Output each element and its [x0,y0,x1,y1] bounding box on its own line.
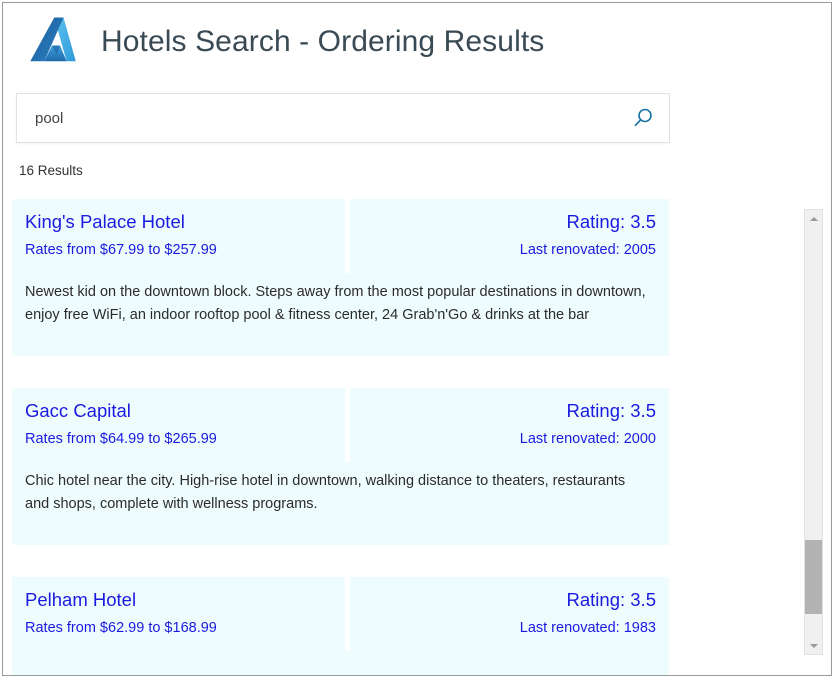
result-card-right: Rating: 3.5 Last renovated: 2005 [350,199,669,273]
search-bar[interactable] [16,93,670,143]
hotel-rates: Rates from $62.99 to $168.99 [25,615,345,641]
scrollbar-thumb[interactable] [805,540,822,614]
result-card-header: King's Palace Hotel Rates from $67.99 to… [12,199,669,273]
search-input[interactable] [17,109,617,128]
result-card-right: Rating: 3.5 Last renovated: 1983 [350,577,669,651]
results-scroll-area: King's Palace Hotel Rates from $67.99 to… [3,199,831,675]
result-card-header: Pelham Hotel Rates from $62.99 to $168.9… [12,577,669,651]
hotel-last-renovated: Last renovated: 1983 [350,615,656,641]
hotel-rating: Rating: 3.5 [350,587,656,613]
chevron-down-icon [810,644,818,648]
hotel-last-renovated: Last renovated: 2005 [350,237,656,263]
hotel-rating: Rating: 3.5 [350,209,656,235]
hotel-rates: Rates from $64.99 to $265.99 [25,426,345,452]
app-window: Hotels Search - Ordering Results 16 Resu… [2,2,832,676]
result-card-left: Pelham Hotel Rates from $62.99 to $168.9… [12,577,345,651]
hotel-rates: Rates from $67.99 to $257.99 [25,237,345,263]
scroll-down-button[interactable] [805,637,822,654]
hotel-name[interactable]: King's Palace Hotel [25,209,345,235]
hotel-name[interactable]: Pelham Hotel [25,587,345,613]
result-card[interactable]: Pelham Hotel Rates from $62.99 to $168.9… [12,577,669,675]
page-title: Hotels Search - Ordering Results [101,25,544,59]
app-header: Hotels Search - Ordering Results [3,3,831,81]
result-card-left: Gacc Capital Rates from $64.99 to $265.9… [12,388,345,462]
result-card-header: Gacc Capital Rates from $64.99 to $265.9… [12,388,669,462]
search-icon [632,107,654,129]
result-card[interactable]: King's Palace Hotel Rates from $67.99 to… [12,199,669,356]
search-button[interactable] [617,94,669,142]
azure-logo-icon [25,14,81,70]
chevron-up-icon [810,217,818,221]
hotel-description: Newest kid on the downtown block. Steps … [12,273,669,356]
result-card[interactable]: Gacc Capital Rates from $64.99 to $265.9… [12,388,669,545]
result-card-right: Rating: 3.5 Last renovated: 2000 [350,388,669,462]
hotel-description: Chic hotel near the city. High-rise hote… [12,462,669,545]
hotel-description [12,651,669,675]
hotel-last-renovated: Last renovated: 2000 [350,426,656,452]
result-card-left: King's Palace Hotel Rates from $67.99 to… [12,199,345,273]
results-count: 16 Results [19,163,83,178]
results-scrollbar[interactable] [804,209,823,655]
scroll-up-button[interactable] [805,210,822,227]
hotel-rating: Rating: 3.5 [350,398,656,424]
hotel-name[interactable]: Gacc Capital [25,398,345,424]
results-list: King's Palace Hotel Rates from $67.99 to… [3,199,803,675]
